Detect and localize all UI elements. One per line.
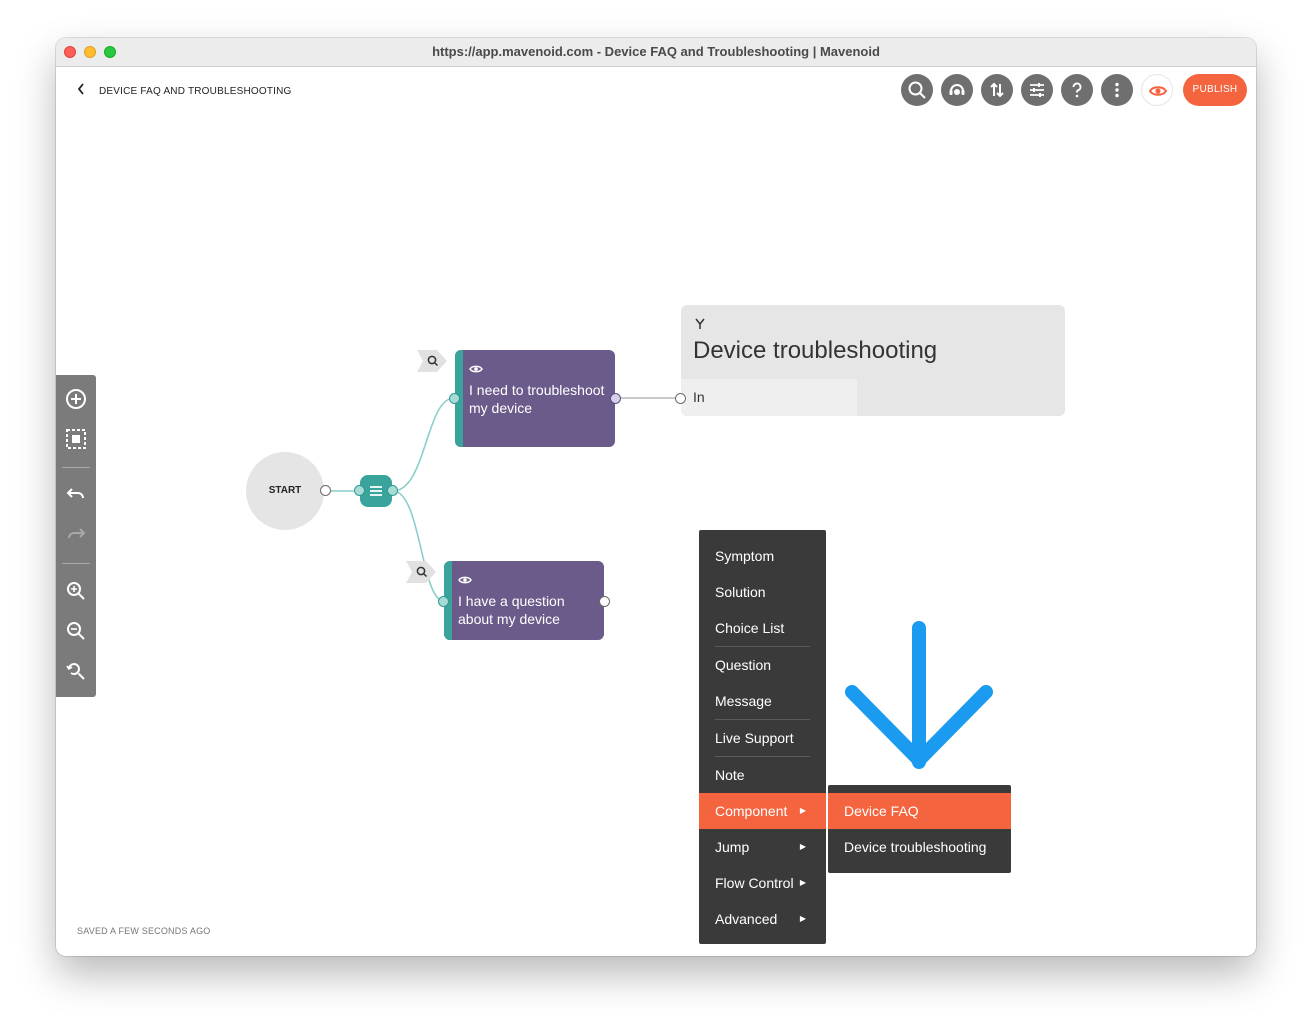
menu-item-label: Solution	[715, 584, 766, 600]
menu-item-message[interactable]: Message	[699, 683, 826, 719]
menu-item-advanced[interactable]: Advanced ▶	[699, 901, 826, 937]
node-input-port[interactable]	[449, 393, 460, 404]
arrow-down-icon	[845, 621, 993, 769]
component-title: Device troubleshooting	[693, 337, 938, 364]
submenu-arrow-icon: ▶	[799, 878, 806, 887]
submenu-arrow-icon: ▶	[799, 914, 806, 923]
menu-item-choice-list[interactable]: Choice List	[699, 610, 826, 646]
submenu-arrow-icon: ▶	[799, 806, 806, 815]
start-node[interactable]: START	[246, 452, 324, 530]
menu-item-label: Component	[715, 803, 788, 819]
app-window: https://app.mavenoid.com - Device FAQ an…	[56, 38, 1256, 956]
start-output-port[interactable]	[320, 485, 331, 496]
menu-item-label: Note	[715, 767, 745, 783]
hub-output-port[interactable]	[387, 485, 398, 496]
menu-item-label: Symptom	[715, 548, 775, 564]
menu-item-symptom[interactable]: Symptom	[699, 538, 826, 574]
menu-item-live-support[interactable]: Live Support	[699, 720, 826, 756]
search-tag[interactable]	[406, 561, 436, 583]
flow-node-troubleshoot[interactable]: I need to troubleshoot my device	[455, 350, 615, 447]
menu-item-component[interactable]: Component ▶	[699, 793, 826, 829]
search-tag[interactable]	[417, 350, 447, 372]
node-output-port[interactable]	[610, 393, 621, 404]
component-input: In	[681, 379, 857, 416]
submenu-arrow-icon: ▶	[799, 842, 806, 851]
node-output-port[interactable]	[599, 596, 610, 607]
menu-item-label: Live Support	[715, 730, 794, 746]
component-input-port[interactable]	[675, 393, 686, 404]
node-input-port[interactable]	[438, 596, 449, 607]
component-node[interactable]: Device troubleshooting In	[681, 305, 1065, 416]
menu-item-label: Jump	[715, 839, 750, 855]
menu-item-jump[interactable]: Jump ▶	[699, 829, 826, 865]
menu-item-label: Question	[715, 657, 772, 673]
hub-input-port[interactable]	[354, 485, 365, 496]
menu-item-label: Flow Control	[715, 875, 794, 891]
menu-item-solution[interactable]: Solution	[699, 574, 826, 610]
menu-item-label: Message	[715, 693, 772, 709]
eye-icon	[458, 576, 472, 584]
menu-item-flow-control[interactable]: Flow Control ▶	[699, 865, 826, 901]
menu-item-note[interactable]: Note	[699, 757, 826, 793]
connection-line	[392, 397, 455, 492]
flow-connections	[330, 397, 680, 602]
connection-line	[392, 490, 445, 602]
flow-node-question[interactable]: I have a question about my device	[444, 561, 604, 640]
component-submenu: Device FAQ Device troubleshooting	[828, 785, 1011, 873]
menu-item-label: Advanced	[715, 911, 778, 927]
eye-icon	[469, 365, 483, 373]
component-input-label: In	[693, 389, 705, 405]
menu-item-question[interactable]: Question	[699, 647, 826, 683]
submenu-item-device-troubleshooting[interactable]: Device troubleshooting	[828, 829, 1011, 865]
save-status: SAVED A FEW SECONDS AGO	[77, 926, 211, 936]
submenu-item-device-faq[interactable]: Device FAQ	[828, 793, 1011, 829]
node-text: I have a question about my device	[458, 593, 565, 627]
menu-item-label: Choice List	[715, 620, 785, 636]
node-text: I need to troubleshoot my device	[469, 382, 605, 416]
add-node-menu: Symptom Solution Choice List Question Me…	[699, 530, 826, 944]
fork-icon	[695, 318, 705, 329]
